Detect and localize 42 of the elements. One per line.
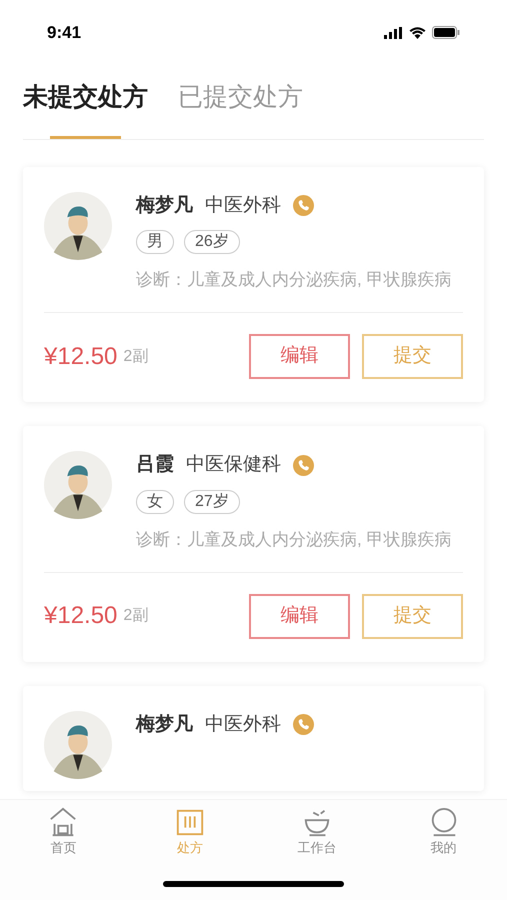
tab-bar-item[interactable]: 首页 xyxy=(0,807,127,859)
status-time: 9:41 xyxy=(47,22,82,44)
wifi-icon xyxy=(409,26,426,38)
phone-icon[interactable] xyxy=(293,454,314,476)
prescription-card[interactable]: 吕霞 中医保健科 女 27岁 诊断：儿童及成人内分泌疾病, 甲状腺疾病 ¥12.50 2副 编辑 提交 xyxy=(23,426,484,662)
phone-icon[interactable] xyxy=(293,714,314,736)
edit-button[interactable]: 编辑 xyxy=(249,334,350,379)
tab-bar-item[interactable]: 处方 xyxy=(126,807,254,859)
age-tag: 27岁 xyxy=(184,490,240,514)
price: ¥12.50 xyxy=(44,342,118,372)
phone-icon[interactable] xyxy=(293,195,314,216)
prescription-card[interactable]: 梅梦凡 中医外科 男 26岁 诊断：儿童及成人内分泌疾病, 甲状腺疾病 ¥12.50 2副 编辑 提交 xyxy=(23,166,484,402)
diagnosis-text: 诊断：儿童及成人内分泌疾病, 甲状腺疾病 xyxy=(136,269,452,291)
edit-button[interactable]: 编辑 xyxy=(249,594,350,638)
diagnosis-text: 诊断：儿童及成人内分泌疾病, 甲状腺疾病 xyxy=(136,528,452,550)
tab-bar-item[interactable]: 我的 xyxy=(380,807,507,859)
gender-tag: 女 xyxy=(136,490,174,514)
bowl-icon xyxy=(302,807,332,838)
avatar-icon xyxy=(44,710,112,778)
department: 中医外科 xyxy=(205,712,281,736)
prescription-card[interactable]: 梅梦凡 中医外科 xyxy=(23,686,484,790)
tab-bar-item[interactable]: 工作台 xyxy=(254,807,380,859)
patient-name: 梅梦凡 xyxy=(136,194,193,218)
avatar-icon xyxy=(44,451,112,519)
patient-name: 梅梦凡 xyxy=(136,712,193,736)
grid-icon xyxy=(175,807,206,838)
dose-count: 2副 xyxy=(123,346,148,366)
house-icon xyxy=(48,807,78,838)
patient-name: 吕霞 xyxy=(136,453,174,477)
price: ¥12.50 xyxy=(44,601,118,631)
age-tag: 26岁 xyxy=(184,230,240,254)
battery-icon xyxy=(432,26,460,39)
submit-button[interactable]: 提交 xyxy=(362,594,463,638)
tab[interactable]: 已提交处方 xyxy=(178,79,303,138)
gender-tag: 男 xyxy=(136,230,174,254)
avatar-icon xyxy=(44,192,112,260)
submit-button[interactable]: 提交 xyxy=(362,334,463,379)
signal-icon xyxy=(383,26,403,38)
department: 中医外科 xyxy=(205,194,281,218)
tab[interactable]: 未提交处方 xyxy=(23,79,148,138)
dose-count: 2副 xyxy=(123,606,148,626)
department: 中医保健科 xyxy=(186,453,281,477)
